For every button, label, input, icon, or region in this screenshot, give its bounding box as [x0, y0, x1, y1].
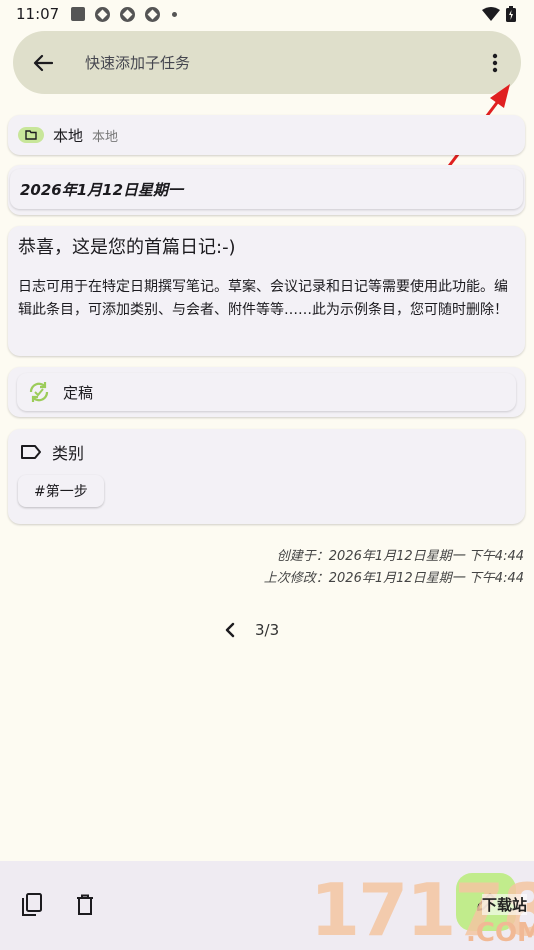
watermark-site: 下载站	[482, 894, 528, 915]
watermark-com: .COM	[466, 918, 534, 948]
collection-name: 本地	[53, 126, 84, 145]
sync-final-icon	[29, 382, 49, 402]
notification-app-icon	[71, 7, 86, 21]
collection-account: 本地	[92, 129, 119, 145]
quick-add-subtask-input[interactable]: 快速添加子任务	[85, 52, 190, 73]
categories-header: 类别	[20, 440, 84, 464]
more-options-button[interactable]	[483, 51, 507, 75]
categories-card: 类别 #第一步	[8, 429, 525, 524]
arrow-back-icon	[33, 54, 53, 71]
status-card: 定稿	[8, 367, 525, 417]
more-notifications-dot-icon	[172, 11, 178, 17]
copy-icon	[22, 893, 42, 916]
entry-date[interactable]: 2026年1月12日星期一	[10, 169, 523, 209]
notification-icon	[95, 6, 111, 22]
copy-button[interactable]	[18, 891, 46, 919]
entry-body-card[interactable]: 恭喜，这是您的首篇日记:-) 日志可用于在特定日期撰写笔记。草案、会议记录和日记…	[8, 226, 525, 356]
delete-icon	[77, 894, 93, 915]
page-count: 3/3	[255, 621, 280, 639]
status-time: 11:07	[16, 5, 60, 23]
notification-icon	[145, 6, 161, 22]
categories-label: 类别	[52, 444, 85, 463]
label-tag-icon	[21, 445, 41, 459]
wifi-icon	[482, 7, 500, 21]
status-bar: 11:07	[0, 0, 534, 28]
previous-page-button[interactable]	[220, 618, 240, 642]
more-vert-icon	[492, 53, 498, 72]
status-label: 定稿	[63, 383, 94, 402]
battery-icon	[506, 6, 516, 22]
chevron-left-icon	[225, 622, 235, 638]
pager: 3/3	[220, 618, 279, 642]
category-chip[interactable]: #第一步	[18, 475, 104, 507]
notification-icon	[120, 6, 136, 22]
status-selector[interactable]: 定稿	[17, 373, 516, 411]
folder-icon	[25, 130, 37, 140]
watermark: 17178 下载站 .COM	[310, 860, 534, 950]
entry-title[interactable]: 恭喜，这是您的首篇日记:-)	[18, 236, 515, 260]
quick-add-subtask-bar[interactable]: 快速添加子任务	[13, 31, 521, 94]
collection-card[interactable]: 本地 本地	[8, 115, 525, 155]
date-card: 2026年1月12日星期一	[8, 165, 525, 215]
back-button[interactable]	[31, 51, 55, 75]
delete-button[interactable]	[71, 891, 99, 919]
entry-description[interactable]: 日志可用于在特定日期撰写笔记。草案、会议记录和日记等需要使用此功能。编辑此条目，…	[18, 276, 515, 322]
folder-chip	[18, 127, 44, 143]
created-timestamp: 创建于：2026年1月12日星期一 下午4:44	[276, 549, 524, 564]
modified-timestamp: 上次修改：2026年1月12日星期一 下午4:44	[263, 571, 524, 586]
